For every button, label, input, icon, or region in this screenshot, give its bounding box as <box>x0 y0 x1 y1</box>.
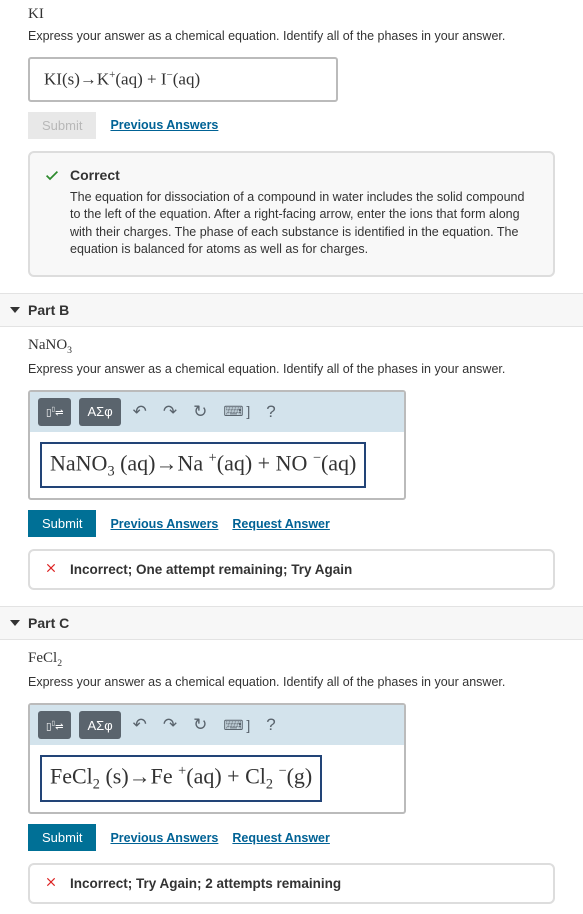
compound-label: FeCl2 <box>28 650 555 669</box>
feedback-text: Incorrect; Try Again; 2 attempts remaini… <box>70 876 341 891</box>
part-b-header[interactable]: Part B <box>0 293 583 327</box>
part-b-label: Part B <box>28 302 69 318</box>
part-c-header[interactable]: Part C <box>0 606 583 640</box>
equation-input[interactable]: NaNO3 (aq)→Na +(aq) + NO −(aq) <box>40 442 366 489</box>
template-button[interactable]: ▯▯⇌ <box>38 398 71 426</box>
feedback-correct: Correct The equation for dissociation of… <box>28 151 555 277</box>
undo-icon[interactable]: ↶ <box>129 713 151 737</box>
help-icon[interactable]: ? <box>262 713 279 737</box>
template-button[interactable]: ▯▯⇌ <box>38 711 71 739</box>
submit-button[interactable]: Submit <box>28 824 96 851</box>
request-answer-link[interactable]: Request Answer <box>232 517 329 531</box>
keyboard-icon[interactable]: ⌨ ] <box>219 715 254 736</box>
compound-label: KI <box>28 6 555 23</box>
previous-answers-link[interactable]: Previous Answers <box>110 517 218 531</box>
feedback-text: Incorrect; One attempt remaining; Try Ag… <box>70 562 352 577</box>
feedback-title: Correct <box>70 167 535 183</box>
compound-label: NaNO3 <box>28 337 555 356</box>
equation-editor: ▯▯⇌ ΑΣφ ↶ ↷ ↻ ⌨ ] ? NaNO3 (aq)→Na +(aq) … <box>28 390 406 501</box>
request-answer-link[interactable]: Request Answer <box>232 831 329 845</box>
feedback-incorrect: Incorrect; One attempt remaining; Try Ag… <box>28 549 555 590</box>
submit-button[interactable]: Submit <box>28 510 96 537</box>
redo-icon[interactable]: ↷ <box>159 400 181 424</box>
help-icon[interactable]: ? <box>262 400 279 424</box>
keyboard-icon[interactable]: ⌨ ] <box>219 401 254 422</box>
equation-editor: ▯▯⇌ ΑΣφ ↶ ↷ ↻ ⌨ ] ? FeCl2 (s)→Fe +(aq) +… <box>28 703 406 814</box>
x-icon <box>44 561 58 578</box>
instruction-text: Express your answer as a chemical equati… <box>28 362 555 376</box>
answer-display: KI(s)→K+(aq) + I−(aq) <box>28 57 338 102</box>
feedback-text: The equation for dissociation of a compo… <box>70 189 535 259</box>
greek-button[interactable]: ΑΣφ <box>79 398 120 426</box>
redo-icon[interactable]: ↷ <box>159 713 181 737</box>
caret-down-icon <box>10 307 20 313</box>
reset-icon[interactable]: ↻ <box>189 400 211 424</box>
submit-button: Submit <box>28 112 96 139</box>
check-icon <box>44 167 60 186</box>
feedback-incorrect: Incorrect; Try Again; 2 attempts remaini… <box>28 863 555 904</box>
reset-icon[interactable]: ↻ <box>189 713 211 737</box>
editor-toolbar: ▯▯⇌ ΑΣφ ↶ ↷ ↻ ⌨ ] ? <box>30 705 404 745</box>
caret-down-icon <box>10 620 20 626</box>
instruction-text: Express your answer as a chemical equati… <box>28 29 555 43</box>
equation-input[interactable]: FeCl2 (s)→Fe +(aq) + Cl2 −(g) <box>40 755 322 802</box>
editor-toolbar: ▯▯⇌ ΑΣφ ↶ ↷ ↻ ⌨ ] ? <box>30 392 404 432</box>
previous-answers-link[interactable]: Previous Answers <box>110 118 218 132</box>
previous-answers-link[interactable]: Previous Answers <box>110 831 218 845</box>
greek-button[interactable]: ΑΣφ <box>79 711 120 739</box>
x-icon <box>44 875 58 892</box>
undo-icon[interactable]: ↶ <box>129 400 151 424</box>
part-c-label: Part C <box>28 615 69 631</box>
instruction-text: Express your answer as a chemical equati… <box>28 675 555 689</box>
